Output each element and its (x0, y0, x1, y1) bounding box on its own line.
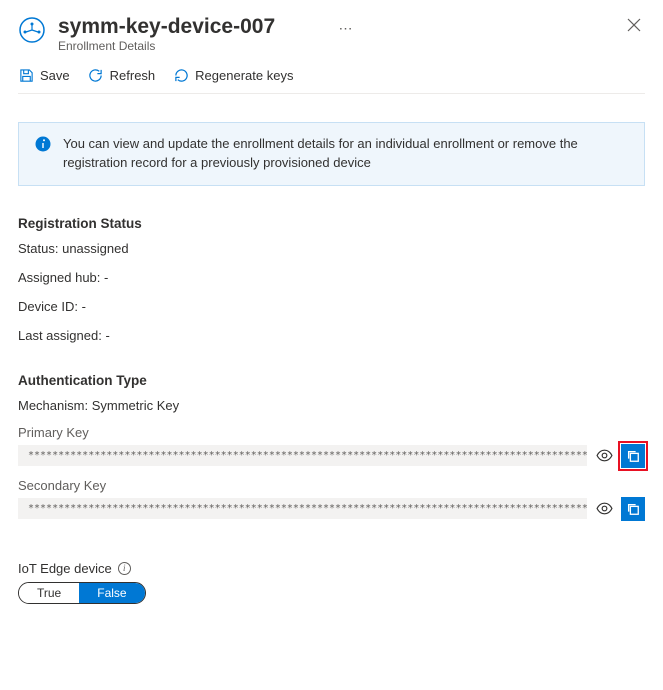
primary-key-field[interactable]: ****************************************… (18, 445, 587, 466)
authentication-type-heading: Authentication Type (18, 373, 645, 388)
primary-key-label: Primary Key (18, 425, 645, 440)
copy-secondary-key-button[interactable] (621, 497, 645, 521)
save-label: Save (40, 68, 70, 83)
status-row: Status: unassigned (18, 241, 645, 256)
regenerate-label: Regenerate keys (195, 68, 293, 83)
iot-edge-false[interactable]: False (79, 583, 144, 603)
iot-edge-label: IoT Edge device (18, 561, 112, 576)
assigned-hub-label: Assigned hub: (18, 270, 100, 285)
info-text: You can view and update the enrollment d… (63, 135, 628, 173)
info-circle-icon[interactable]: i (118, 562, 131, 575)
secondary-key-label: Secondary Key (18, 478, 645, 493)
page-title: symm-key-device-007 (58, 14, 329, 39)
primary-key-row: ****************************************… (18, 444, 645, 468)
reveal-primary-key-button[interactable] (595, 447, 613, 465)
info-notice: You can view and update the enrollment d… (18, 122, 645, 186)
header: symm-key-device-007 Enrollment Details ⋯ (18, 14, 645, 53)
mechanism-value: Symmetric Key (92, 398, 179, 413)
save-icon (18, 67, 34, 83)
iot-edge-label-row: IoT Edge device i (18, 561, 645, 576)
iot-edge-toggle[interactable]: True False (18, 582, 146, 604)
last-assigned-value: - (105, 328, 109, 343)
mechanism-row: Mechanism: Symmetric Key (18, 398, 645, 413)
refresh-label: Refresh (110, 68, 156, 83)
mechanism-label: Mechanism: (18, 398, 88, 413)
status-value: unassigned (62, 241, 129, 256)
device-id-label: Device ID: (18, 299, 78, 314)
secondary-key-field[interactable]: ****************************************… (18, 498, 587, 519)
assigned-hub-row: Assigned hub: - (18, 270, 645, 285)
regenerate-keys-button[interactable]: Regenerate keys (173, 67, 293, 83)
device-id-row: Device ID: - (18, 299, 645, 314)
reveal-secondary-key-button[interactable] (595, 500, 613, 518)
refresh-button[interactable]: Refresh (88, 67, 156, 83)
registration-status-heading: Registration Status (18, 216, 645, 231)
info-icon (35, 136, 51, 173)
close-button[interactable] (623, 14, 645, 39)
page-subtitle: Enrollment Details (58, 39, 329, 53)
enrollment-icon (18, 16, 46, 44)
regenerate-icon (173, 67, 189, 83)
last-assigned-label: Last assigned: (18, 328, 102, 343)
copy-primary-key-button[interactable] (621, 444, 645, 468)
toolbar: Save Refresh Regenerate keys (18, 67, 645, 94)
device-id-value: - (82, 299, 86, 314)
more-button[interactable]: ⋯ (339, 20, 353, 37)
assigned-hub-value: - (104, 270, 108, 285)
refresh-icon (88, 67, 104, 83)
last-assigned-row: Last assigned: - (18, 328, 645, 343)
status-label: Status: (18, 241, 58, 256)
secondary-key-row: ****************************************… (18, 497, 645, 521)
save-button[interactable]: Save (18, 67, 70, 83)
iot-edge-true[interactable]: True (19, 583, 79, 603)
